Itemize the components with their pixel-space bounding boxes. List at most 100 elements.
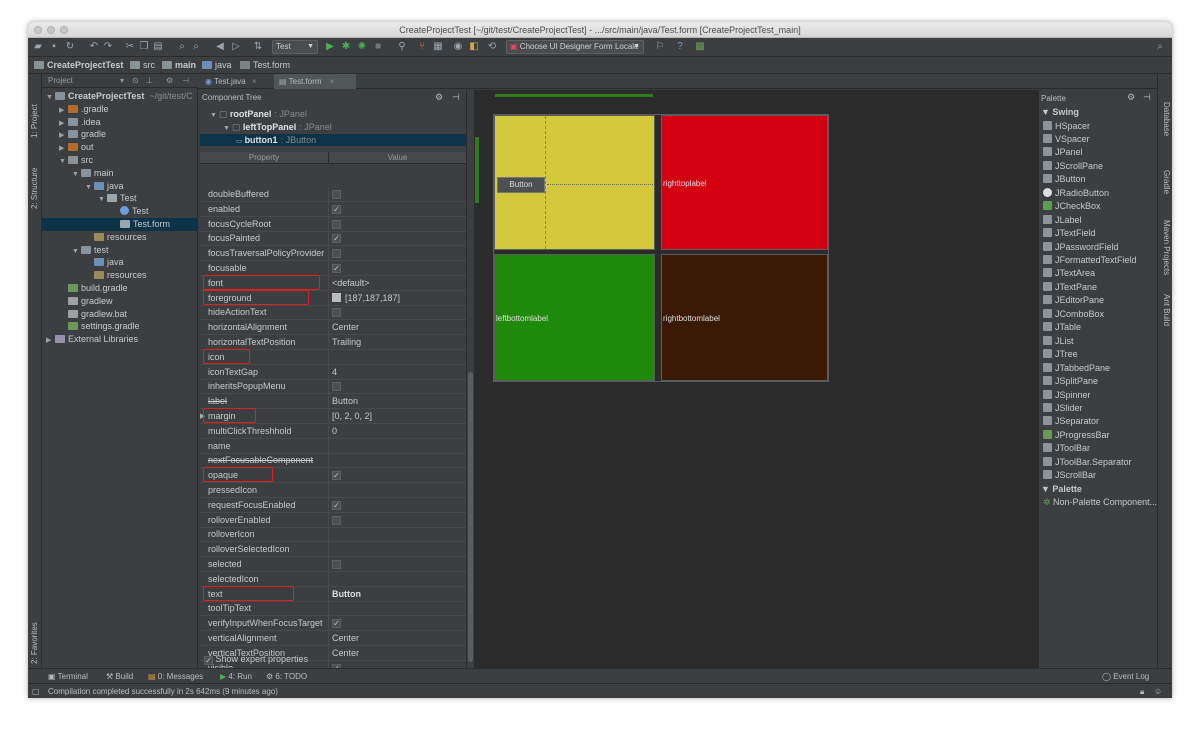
righttop-label[interactable]: righttoplabel [663, 179, 707, 188]
run-config-combo[interactable]: Test ▼ [272, 40, 318, 54]
property-checkbox[interactable] [332, 382, 341, 392]
breadcrumb-project[interactable]: CreateProjectTest [34, 59, 123, 72]
property-checkbox[interactable] [332, 190, 341, 199]
gear-icon[interactable]: ⚙ [1127, 92, 1135, 103]
property-value[interactable]: Center [332, 631, 359, 646]
property-value[interactable]: [0, 2, 0, 2] [332, 409, 372, 424]
project-tree-item[interactable]: ▶ out [59, 141, 94, 154]
breadcrumb-java[interactable]: java [202, 59, 232, 72]
property-row-opaque[interactable]: opaque ✓ [200, 467, 466, 484]
property-row-font[interactable]: font <default> [200, 274, 466, 291]
palette-item-jsplitpane[interactable]: JSplitPane [1043, 375, 1098, 388]
close-icon[interactable]: × [330, 77, 335, 86]
property-row-foreground[interactable]: foreground [187,187,187] [200, 289, 466, 306]
sdk-manager-icon[interactable]: ⚐ [654, 41, 666, 53]
expand-arrow-icon[interactable]: ▼ [72, 245, 81, 258]
property-row-doubleBuffered[interactable]: doubleBuffered [200, 187, 466, 202]
property-checkbox[interactable] [332, 560, 341, 569]
palette-item-jtextarea[interactable]: JTextArea [1043, 267, 1095, 280]
palette-item-jtable[interactable]: JTable [1043, 321, 1081, 334]
property-value[interactable]: Button [332, 394, 358, 409]
property-value[interactable]: <default> [332, 276, 370, 291]
property-row-focusTraversalPolicyProvider[interactable]: focusTraversalPolicyProvider [200, 246, 466, 262]
expand-arrow-icon[interactable]: ▼ [223, 125, 232, 132]
property-row-pressedIcon[interactable]: pressedIcon [200, 483, 466, 498]
property-row-horizontalAlignment[interactable]: horizontalAlignment Center [200, 320, 466, 336]
project-tree-item[interactable]: ▼ main [72, 167, 114, 180]
property-row-requestFocusEnabled[interactable]: requestFocusEnabled ✓ [200, 497, 466, 513]
expand-arrow-icon[interactable]: ▼ [210, 112, 219, 119]
cut-icon[interactable]: ✂ [124, 41, 136, 53]
palette-item-jbutton[interactable]: JButton [1043, 173, 1086, 186]
palette-item-vspacer[interactable]: VSpacer [1043, 133, 1090, 146]
project-tree-item[interactable]: Test.form [42, 218, 198, 231]
property-row-rolloverEnabled[interactable]: rolloverEnabled [200, 512, 466, 528]
redo-icon[interactable]: ↷ [102, 41, 114, 53]
property-value[interactable]: Center [332, 320, 359, 335]
hide-icon[interactable]: ⊣ [452, 92, 460, 103]
palette-item-jspinner[interactable]: JSpinner [1043, 389, 1091, 402]
sdk-icon[interactable]: ◉ [452, 41, 464, 53]
property-row-rolloverSelectedIcon[interactable]: rolloverSelectedIcon [200, 542, 466, 558]
property-value[interactable]: 0 [332, 424, 337, 439]
favorites-tool-button[interactable]: 2: Favorites [30, 622, 39, 664]
find-icon[interactable]: ⌕ [176, 41, 188, 53]
property-checkbox[interactable]: ✓ [332, 264, 341, 273]
component-tree-node[interactable]: ▼ ▢ rootPanel: JPanel [210, 108, 307, 120]
button1[interactable]: Button [497, 177, 545, 193]
palette-item-jlist[interactable]: JList [1043, 335, 1074, 348]
property-row-horizontalTextPosition[interactable]: horizontalTextPosition Trailing [200, 335, 466, 350]
property-row-verticalAlignment[interactable]: verticalAlignment Center [200, 631, 466, 646]
left-top-panel[interactable]: Button [494, 115, 655, 250]
property-checkbox[interactable]: ✓ [332, 619, 341, 629]
property-row-verifyInputWhenFocusTarget[interactable]: verifyInputWhenFocusTarget ✓ [200, 616, 466, 632]
property-value[interactable]: Button [332, 587, 361, 602]
copy-icon[interactable]: ❐ [138, 41, 150, 53]
scroll-from-source-icon[interactable]: ⊙ [132, 74, 139, 88]
sync-icon[interactable]: ↻ [64, 41, 76, 53]
component-tree-node[interactable]: ▭ button1: JButton [200, 134, 466, 146]
property-row-text[interactable]: text Button [200, 585, 466, 602]
palette-item-jtextfield[interactable]: JTextField [1043, 227, 1096, 240]
palette-item-jcheckbox[interactable]: JCheckBox [1043, 200, 1101, 213]
build-icon[interactable]: ⇅ [252, 41, 264, 53]
palette-item-jprogressbar[interactable]: JProgressBar [1043, 429, 1110, 442]
palette-item-jformattedtextfield[interactable]: JFormattedTextField [1043, 254, 1137, 267]
hide-icon[interactable]: ⊣ [1143, 92, 1151, 103]
gradle-tool-button[interactable]: Gradle [1162, 170, 1171, 194]
build-tool-button[interactable]: ⚒ Build [106, 669, 133, 684]
property-value[interactable]: Trailing [332, 335, 361, 350]
property-row-iconTextGap[interactable]: iconTextGap 4 [200, 364, 466, 380]
property-row-icon[interactable]: icon [200, 348, 466, 365]
close-window-button[interactable] [34, 26, 42, 34]
project-tree-item[interactable]: resources [85, 231, 147, 244]
back-icon[interactable]: ◀ [214, 41, 226, 53]
locale-combo[interactable]: ▣ Choose UI Designer Form Locale ▼ [506, 40, 644, 54]
ant-tool-button[interactable]: Ant Build [1162, 294, 1171, 326]
property-row-inheritsPopupMenu[interactable]: inheritsPopupMenu [200, 379, 466, 395]
show-expert-properties[interactable]: ✓ Show expert properties [204, 652, 308, 666]
preview-icon[interactable]: ◧ [468, 41, 480, 53]
property-row-rolloverIcon[interactable]: rolloverIcon [200, 527, 466, 543]
run-tool-button[interactable]: ▶ 4: Run [220, 669, 252, 684]
property-checkbox[interactable]: ✓ [332, 500, 341, 510]
palette-group-swing[interactable]: ▼ Swing [1041, 106, 1079, 119]
project-tree-item[interactable]: ▼ test [72, 244, 109, 257]
property-row-margin[interactable]: margin ▶ [0, 2, 0, 2] [200, 408, 466, 424]
forward-icon[interactable]: ▷ [230, 41, 242, 53]
hide-icon[interactable]: ⊣ [182, 74, 189, 88]
project-tree-item[interactable]: ▼ src [59, 154, 93, 167]
palette-item-jtoolbar-separator[interactable]: JToolBar.Separator [1043, 456, 1132, 469]
palette-item-jlabel[interactable]: JLabel [1043, 214, 1082, 227]
project-tree-item[interactable]: build.gradle [59, 282, 128, 295]
palette-group-palette[interactable]: ▼ Palette [1041, 483, 1082, 496]
property-value[interactable]: [187,187,187] [332, 291, 400, 306]
palette-item-jeditorpane[interactable]: JEditorPane [1043, 294, 1104, 307]
project-tree-item[interactable]: ▶ External Libraries [46, 333, 138, 346]
project-tool-button[interactable]: 1: Project [30, 104, 39, 138]
property-row-focusPainted[interactable]: focusPainted ✓ [200, 231, 466, 247]
right-bottom-panel[interactable]: rightbottomlabel [661, 254, 828, 381]
palette-item-jslider[interactable]: JSlider [1043, 402, 1083, 415]
maven-tool-button[interactable]: Maven Projects [1162, 220, 1171, 275]
project-tree-item[interactable]: ▼ CreateProjectTest ~/git/test/C [46, 90, 193, 103]
